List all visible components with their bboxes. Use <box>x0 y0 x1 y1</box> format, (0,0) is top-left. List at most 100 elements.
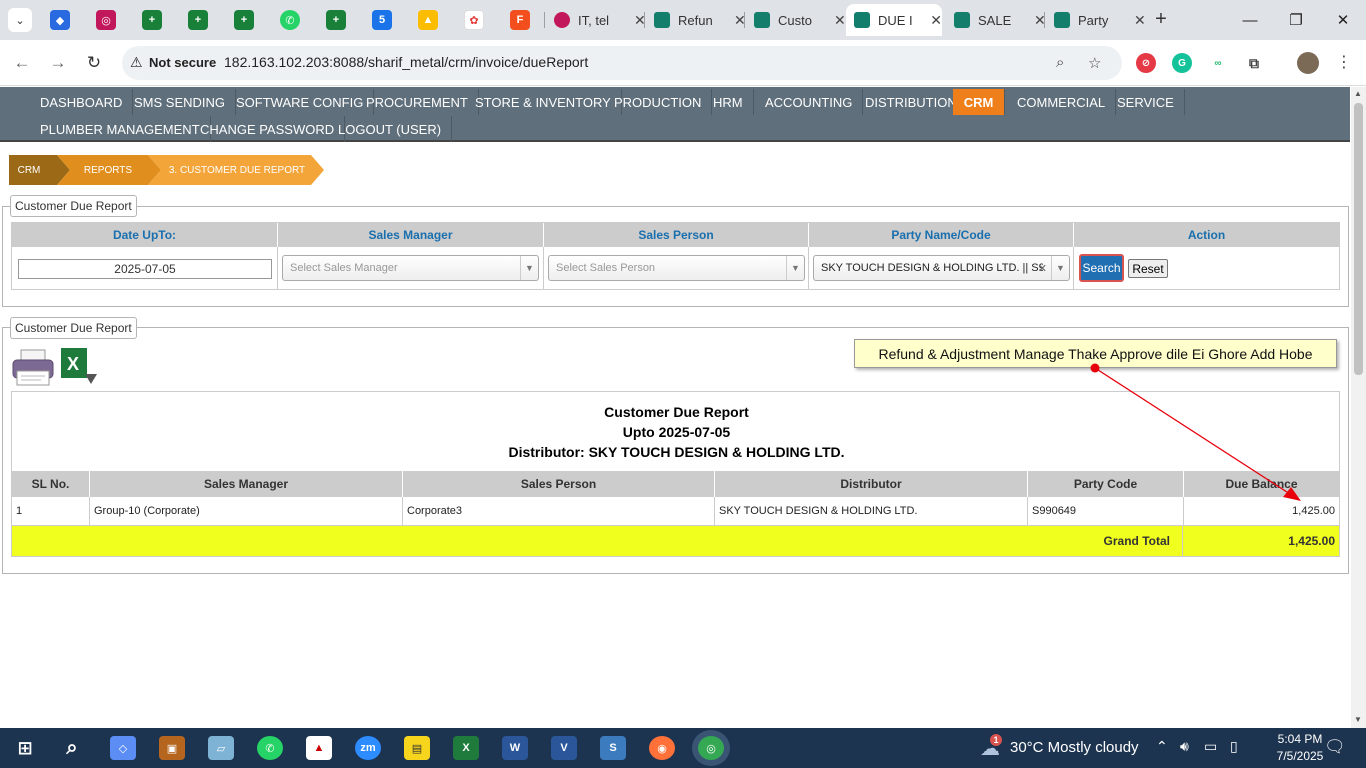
header-action: Action <box>1074 223 1339 247</box>
clear-selection-icon[interactable]: ✕ <box>1038 262 1047 275</box>
word-icon[interactable]: W <box>502 736 528 760</box>
zoom-icon[interactable]: zm <box>355 736 381 760</box>
profile-avatar[interactable] <box>1297 52 1319 74</box>
nav-crm[interactable]: CRM <box>953 89 1005 115</box>
whatsapp-icon[interactable]: ✆ <box>257 736 283 760</box>
scrollbar-thumb[interactable] <box>1354 103 1363 375</box>
report-upto: Upto 2025-07-05 <box>622 424 731 440</box>
party-select[interactable]: SKY TOUCH DESIGN & HOLDING LTD. || S990 … <box>813 255 1070 281</box>
nav-procurement[interactable]: PROCUREMENT <box>356 89 479 115</box>
report-legend: Customer Due Report <box>10 317 137 339</box>
zoom-search-icon[interactable]: ⌕ <box>1056 54 1064 71</box>
table-cell-distributor: SKY TOUCH DESIGN & HOLDING LTD. <box>715 497 1028 526</box>
chevron-down-icon[interactable]: ▼ <box>786 256 804 280</box>
sales-person-select[interactable]: Select Sales Person ▼ <box>548 255 805 281</box>
browser-tab[interactable]: Refun ✕ <box>646 4 746 36</box>
clock-time: 5:04 PM <box>1277 732 1323 746</box>
taskbar-clock[interactable]: 5:04 PM 7/5/2025 <box>1270 731 1330 765</box>
extension-icon[interactable]: ⊘ <box>1136 53 1156 73</box>
extension-icon[interactable]: ∞ <box>1208 53 1228 73</box>
chevron-down-icon[interactable]: ▼ <box>1051 256 1069 280</box>
chrome-icon[interactable]: ◎ <box>698 736 724 760</box>
filter-legend: Customer Due Report <box>10 195 137 217</box>
firefox-icon[interactable]: ◉ <box>649 736 675 760</box>
party-selected-value: SKY TOUCH DESIGN & HOLDING LTD. || S990 <box>821 262 1043 274</box>
copilot-icon[interactable]: ◇ <box>110 736 136 760</box>
tab-favicon-icon <box>754 12 770 28</box>
reset-button[interactable]: Reset <box>1128 259 1168 278</box>
battery-icon[interactable]: ▯ <box>1230 738 1238 755</box>
close-tab-icon[interactable]: ✕ <box>1134 12 1146 29</box>
header-date-upto: Date UpTo: <box>12 223 278 247</box>
app-icon[interactable]: S <box>600 736 626 760</box>
close-tab-icon[interactable]: ✕ <box>930 12 942 29</box>
excel-export-icon[interactable]: X <box>61 346 97 386</box>
app-icon[interactable]: ▲ <box>306 736 332 760</box>
header-party-name: Party Name/Code <box>809 223 1074 247</box>
date-upto-input[interactable]: 2025-07-05 <box>18 259 272 279</box>
grammarly-icon[interactable]: G <box>1172 53 1192 73</box>
nav-store-inventory[interactable]: STORE & INVENTORY <box>465 89 622 115</box>
app-icon[interactable]: ▱ <box>208 736 234 760</box>
nav-service[interactable]: SERVICE <box>1107 89 1185 115</box>
nav-accounting[interactable]: ACCOUNTING <box>755 89 864 115</box>
network-icon[interactable]: ▭ <box>1204 738 1217 755</box>
app-icon[interactable]: ▣ <box>159 736 185 760</box>
nav-hrm[interactable]: HRM <box>703 89 754 115</box>
excel-icon[interactable]: X <box>453 736 479 760</box>
scroll-down-icon[interactable]: ▼ <box>1354 715 1362 724</box>
nav-commercial[interactable]: COMMERCIAL <box>1007 89 1117 115</box>
pinned-tab-icon[interactable]: ✿ <box>464 10 484 30</box>
tab-title: IT, tel <box>578 12 610 28</box>
header-sales-manager: Sales Manager <box>278 223 544 247</box>
windows-start-icon[interactable]: ⊞ <box>12 736 38 760</box>
tab-title: Custo <box>778 12 812 28</box>
page-scrollbar[interactable]: ▲ ▼ <box>1351 87 1366 728</box>
column-distributor: Distributor <box>715 471 1028 497</box>
extensions-puzzle-icon[interactable]: ⧉ <box>1244 53 1264 73</box>
sticky-notes-icon[interactable]: ▤ <box>404 736 430 760</box>
close-tab-icon[interactable]: ✕ <box>834 12 846 29</box>
filter-table: Date UpTo: Sales Manager Sales Person Pa… <box>11 222 1340 290</box>
sales-manager-select[interactable]: Select Sales Manager ▼ <box>282 255 539 281</box>
close-window-icon[interactable]: ✕ <box>1331 8 1355 32</box>
search-button[interactable]: Search <box>1079 254 1124 282</box>
breadcrumb-reports[interactable]: REPORTS <box>70 155 146 185</box>
volume-icon[interactable]: 🔊︎ <box>1180 738 1189 755</box>
breadcrumb-crm[interactable]: CRM <box>9 155 49 185</box>
browser-tab[interactable]: Custo ✕ <box>746 4 846 36</box>
browser-tab-active[interactable]: DUE I ✕ <box>846 4 942 36</box>
pinned-tab-figma-icon[interactable]: F <box>510 10 530 30</box>
date-cell: 2025-07-05 <box>12 247 278 290</box>
minimize-icon[interactable]: — <box>1238 8 1262 32</box>
browser-tab[interactable]: SALE ✕ <box>946 4 1046 36</box>
breadcrumb-current: 3. CUSTOMER DUE REPORT <box>168 164 306 176</box>
notifications-icon[interactable]: 🗨︎ <box>1324 737 1346 757</box>
pinned-tab-calendar-icon[interactable]: 5 <box>372 10 392 30</box>
search-icon[interactable]: ⌕ <box>59 736 85 760</box>
sales-manager-cell: Select Sales Manager ▼ <box>278 247 544 290</box>
column-due-balance: Due Balance <box>1184 471 1339 497</box>
action-cell: Search Reset <box>1074 247 1339 290</box>
browser-tab[interactable]: IT, tel ✕ <box>546 4 646 36</box>
scroll-up-icon[interactable]: ▲ <box>1354 89 1362 98</box>
sales-manager-placeholder: Select Sales Manager <box>290 262 398 274</box>
new-tab-icon[interactable]: + <box>1150 8 1172 30</box>
party-cell: SKY TOUCH DESIGN & HOLDING LTD. || S990 … <box>809 247 1074 290</box>
browser-menu-icon[interactable]: ⋮ <box>1336 52 1352 72</box>
sales-person-placeholder: Select Sales Person <box>556 262 656 274</box>
grand-total-row: Grand Total 1,425.00 <box>12 526 1339 556</box>
clock-date: 7/5/2025 <box>1276 749 1324 763</box>
visio-icon[interactable]: V <box>551 736 577 760</box>
weather-text[interactable]: 30°C Mostly cloudy <box>1010 739 1139 756</box>
show-hidden-icons-icon[interactable]: ⌃ <box>1156 738 1168 755</box>
chevron-down-icon[interactable]: ▼ <box>520 256 538 280</box>
printer-icon[interactable] <box>11 349 55 387</box>
pinned-tab-drive-icon[interactable]: ▲ <box>418 10 438 30</box>
bookmark-star-icon[interactable]: ☆ <box>1088 54 1101 72</box>
nav-logout[interactable]: LOGOUT (USER) <box>328 116 453 142</box>
browser-tab[interactable]: Party ✕ <box>1046 4 1146 36</box>
nav-distribution[interactable]: DISTRIBUTION <box>855 89 968 115</box>
restore-icon[interactable]: ❐ <box>1284 8 1308 32</box>
nav-production[interactable]: PRODUCTION <box>604 89 713 115</box>
